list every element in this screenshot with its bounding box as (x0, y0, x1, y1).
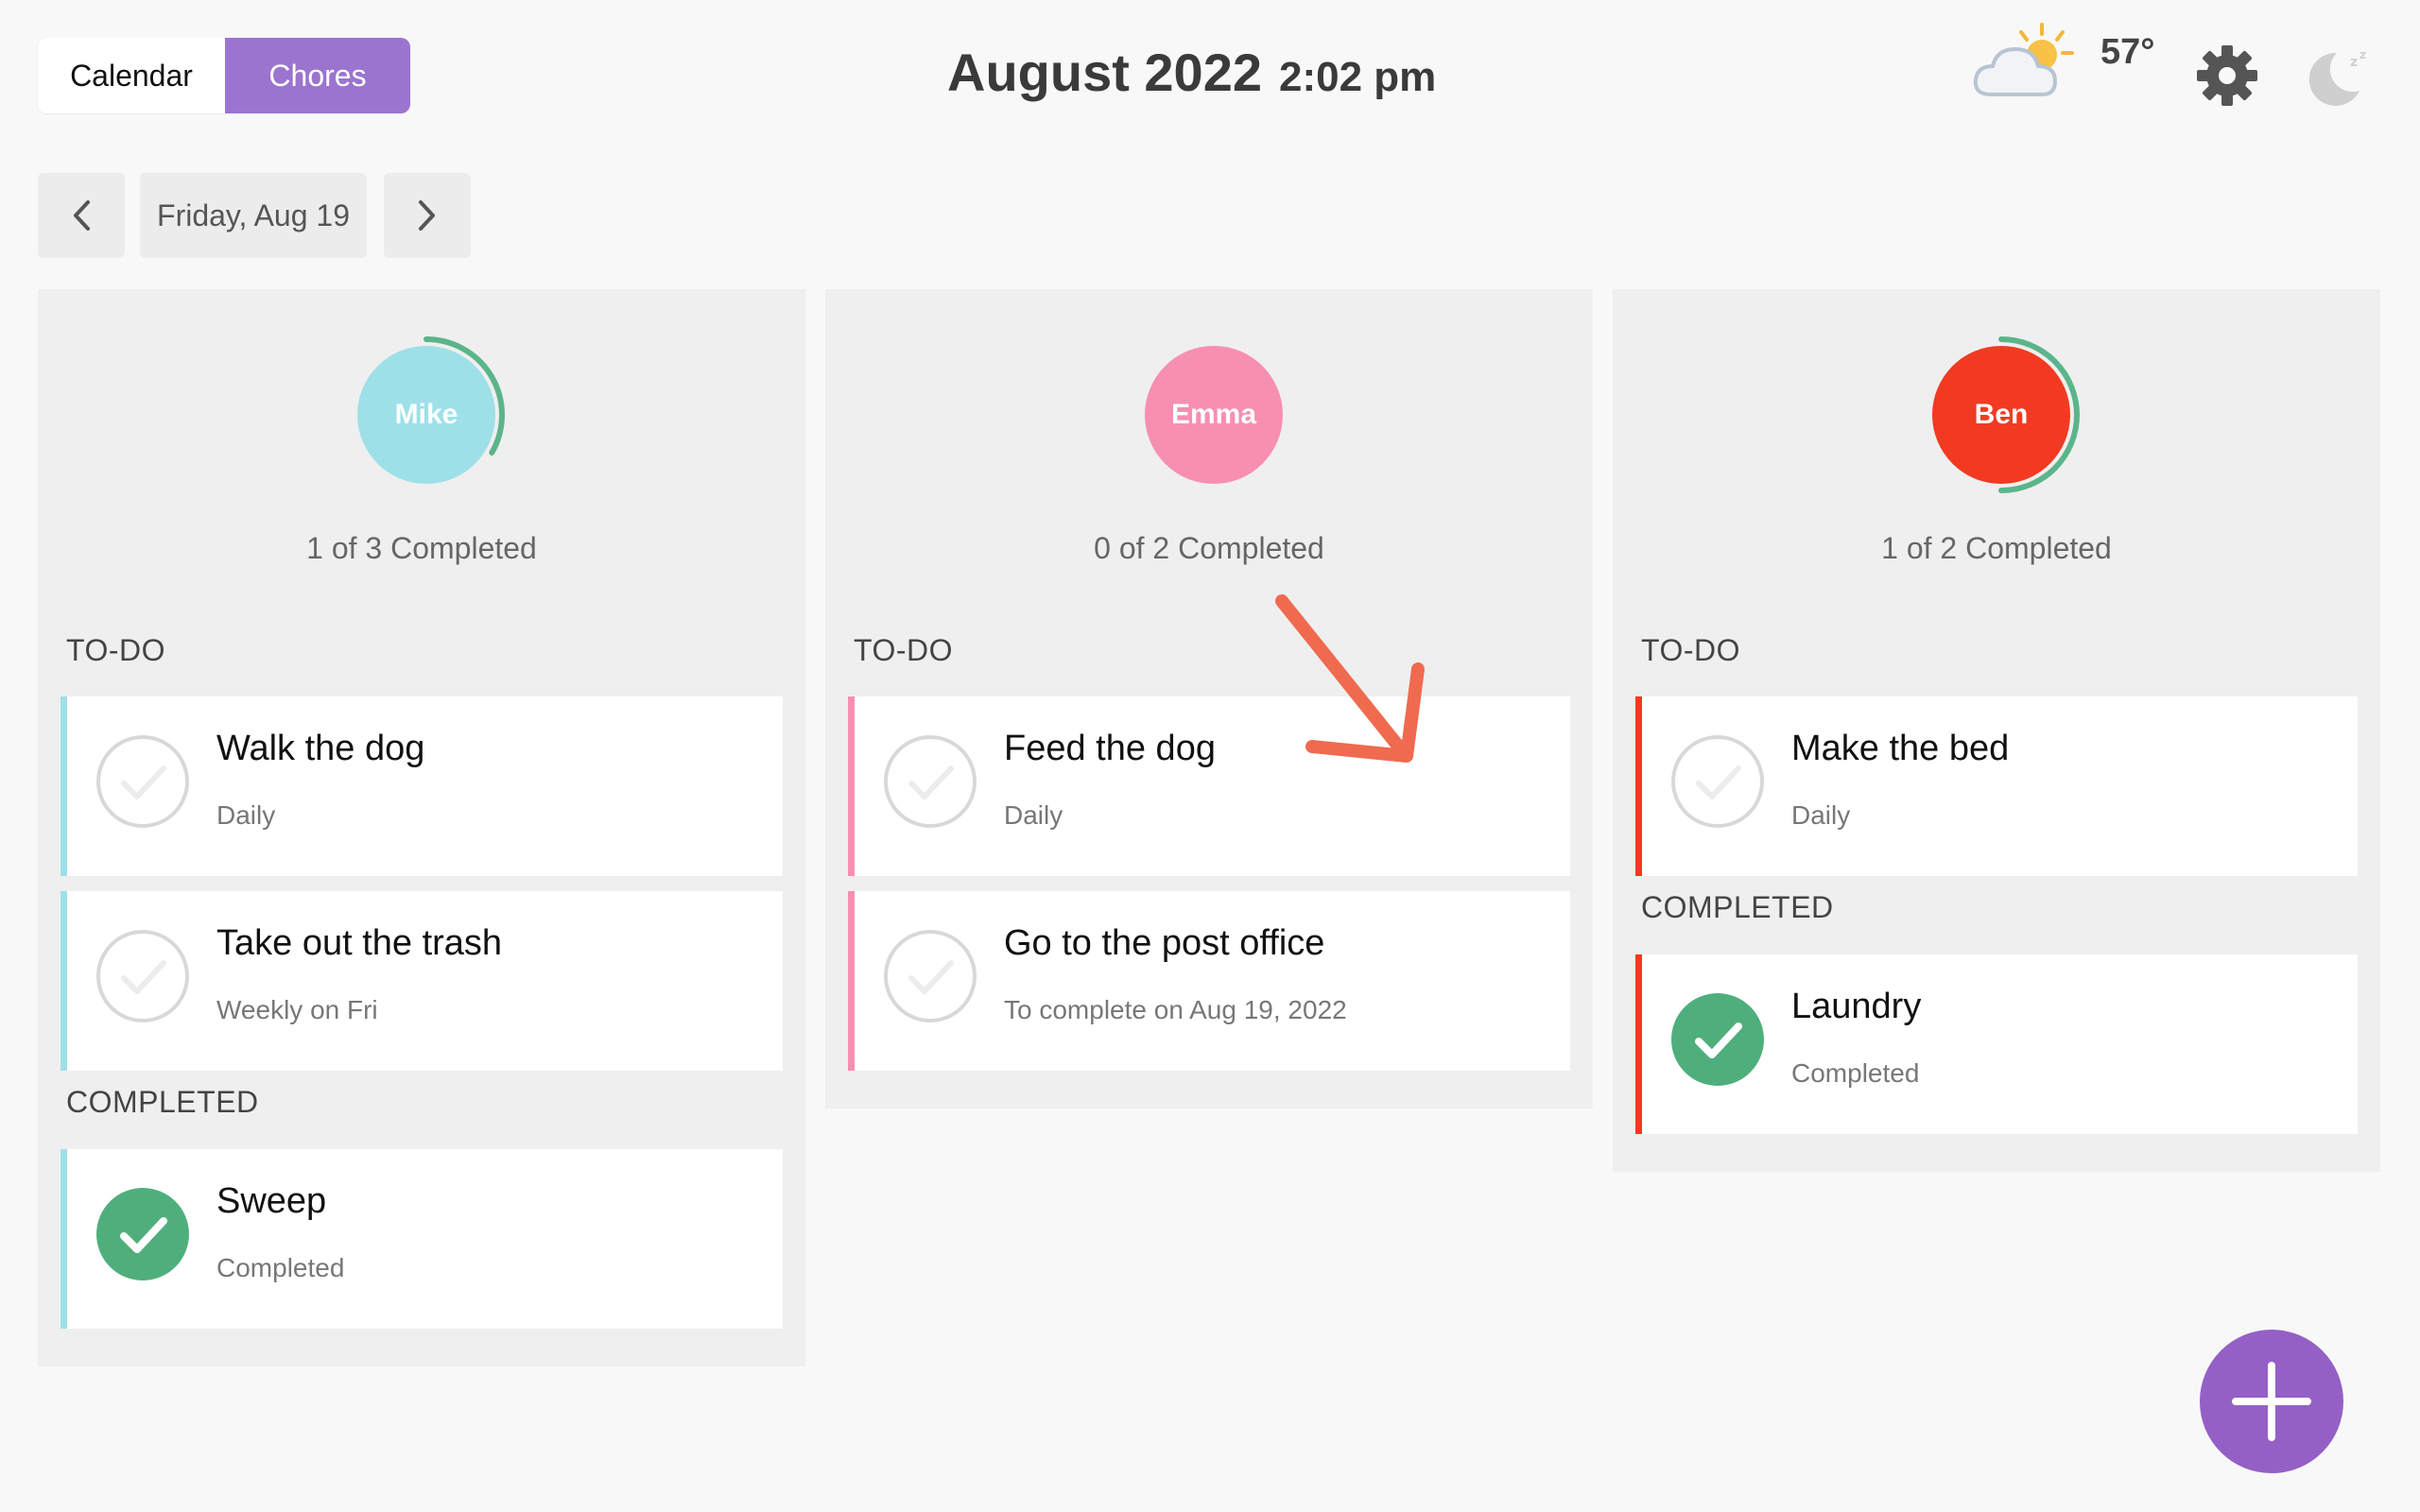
unchecked-circle-icon[interactable] (1670, 734, 1765, 829)
chore-recurrence: Daily (1004, 800, 1063, 830)
avatar[interactable]: Emma (1145, 346, 1283, 484)
chore-due-date: To complete on Aug 19, 2022 (1004, 995, 1347, 1024)
avatar[interactable]: Mike (357, 346, 495, 484)
unchecked-circle-icon[interactable] (95, 734, 190, 829)
chevron-left-icon (74, 200, 90, 231)
unchecked-circle-icon[interactable] (95, 929, 190, 1023)
chore-name: Take out the trash (216, 923, 503, 963)
month-label: August 2022 (947, 43, 1262, 102)
checked-circle-icon[interactable] (1670, 992, 1765, 1087)
chore-name: Make the bed (1791, 729, 2010, 768)
chore-recurrence: Daily (1791, 800, 1851, 830)
avatar-progress: Ben (1921, 333, 2082, 493)
completed-section-label: COMPLETED (1641, 890, 1834, 924)
partly-cloudy-icon[interactable] (1968, 21, 2082, 106)
svg-text:z: z (2360, 48, 2366, 61)
moon-sleep-icon[interactable]: z z (2297, 42, 2373, 110)
current-date[interactable]: Friday, Aug 19 (140, 173, 367, 258)
chore-card[interactable]: Take out the trash Weekly on Fri (60, 891, 783, 1071)
unchecked-circle-icon[interactable] (883, 734, 977, 829)
chore-recurrence: Weekly on Fri (216, 995, 378, 1024)
chore-status: Completed (1791, 1058, 1920, 1088)
add-chore-button[interactable] (2200, 1330, 2343, 1473)
todo-section-label: TO-DO (1641, 633, 1741, 667)
person-column-emma: Emma 0 of 2 Completed TO-DO Feed the dog… (825, 289, 1593, 1108)
chore-card[interactable]: Feed the dog Daily (848, 696, 1570, 876)
chore-card[interactable]: Go to the post office To complete on Aug… (848, 891, 1570, 1071)
completed-section-label: COMPLETED (66, 1085, 259, 1119)
chore-name: Walk the dog (216, 729, 425, 768)
todo-section-label: TO-DO (66, 633, 166, 667)
gear-icon[interactable] (2193, 42, 2261, 110)
chore-card[interactable]: Laundry Completed (1635, 954, 2358, 1134)
chore-name: Go to the post office (1004, 923, 1325, 963)
chore-card[interactable]: Sweep Completed (60, 1149, 783, 1329)
tab-calendar[interactable]: Calendar (38, 38, 225, 113)
chore-card[interactable]: Make the bed Daily (1635, 696, 2358, 876)
next-day-button[interactable] (384, 173, 471, 258)
chore-recurrence: Daily (216, 800, 276, 830)
todo-section-label: TO-DO (854, 633, 954, 667)
avatar-progress: Mike (346, 333, 507, 493)
person-column-ben: Ben 1 of 2 Completed TO-DO Make the bed … (1613, 289, 2380, 1172)
checked-circle-icon[interactable] (95, 1187, 190, 1281)
plus-icon (2232, 1362, 2311, 1441)
chore-name: Sweep (216, 1181, 327, 1221)
unchecked-circle-icon[interactable] (883, 929, 977, 1023)
avatar[interactable]: Ben (1932, 346, 2070, 484)
chevron-right-icon (419, 200, 435, 231)
avatar-progress: Emma (1133, 333, 1294, 493)
chore-name: Laundry (1791, 987, 1922, 1026)
chore-status: Completed (216, 1253, 345, 1282)
previous-day-button[interactable] (38, 173, 125, 258)
progress-text: 0 of 2 Completed (1094, 531, 1324, 565)
view-tabs: Calendar Chores (38, 38, 410, 113)
svg-text:z: z (2350, 55, 2358, 70)
progress-text: 1 of 2 Completed (1881, 531, 2112, 565)
tab-chores[interactable]: Chores (225, 38, 410, 113)
chore-card[interactable]: Walk the dog Daily (60, 696, 783, 876)
time-label: 2:02 pm (1279, 54, 1437, 100)
chore-name: Feed the dog (1004, 729, 1216, 768)
temperature: 57° (2100, 32, 2155, 72)
progress-text: 1 of 3 Completed (306, 531, 537, 565)
person-column-mike: Mike 1 of 3 Completed TO-DO Walk the dog… (38, 289, 805, 1366)
page-title: August 2022 2:02 pm (947, 42, 1436, 117)
